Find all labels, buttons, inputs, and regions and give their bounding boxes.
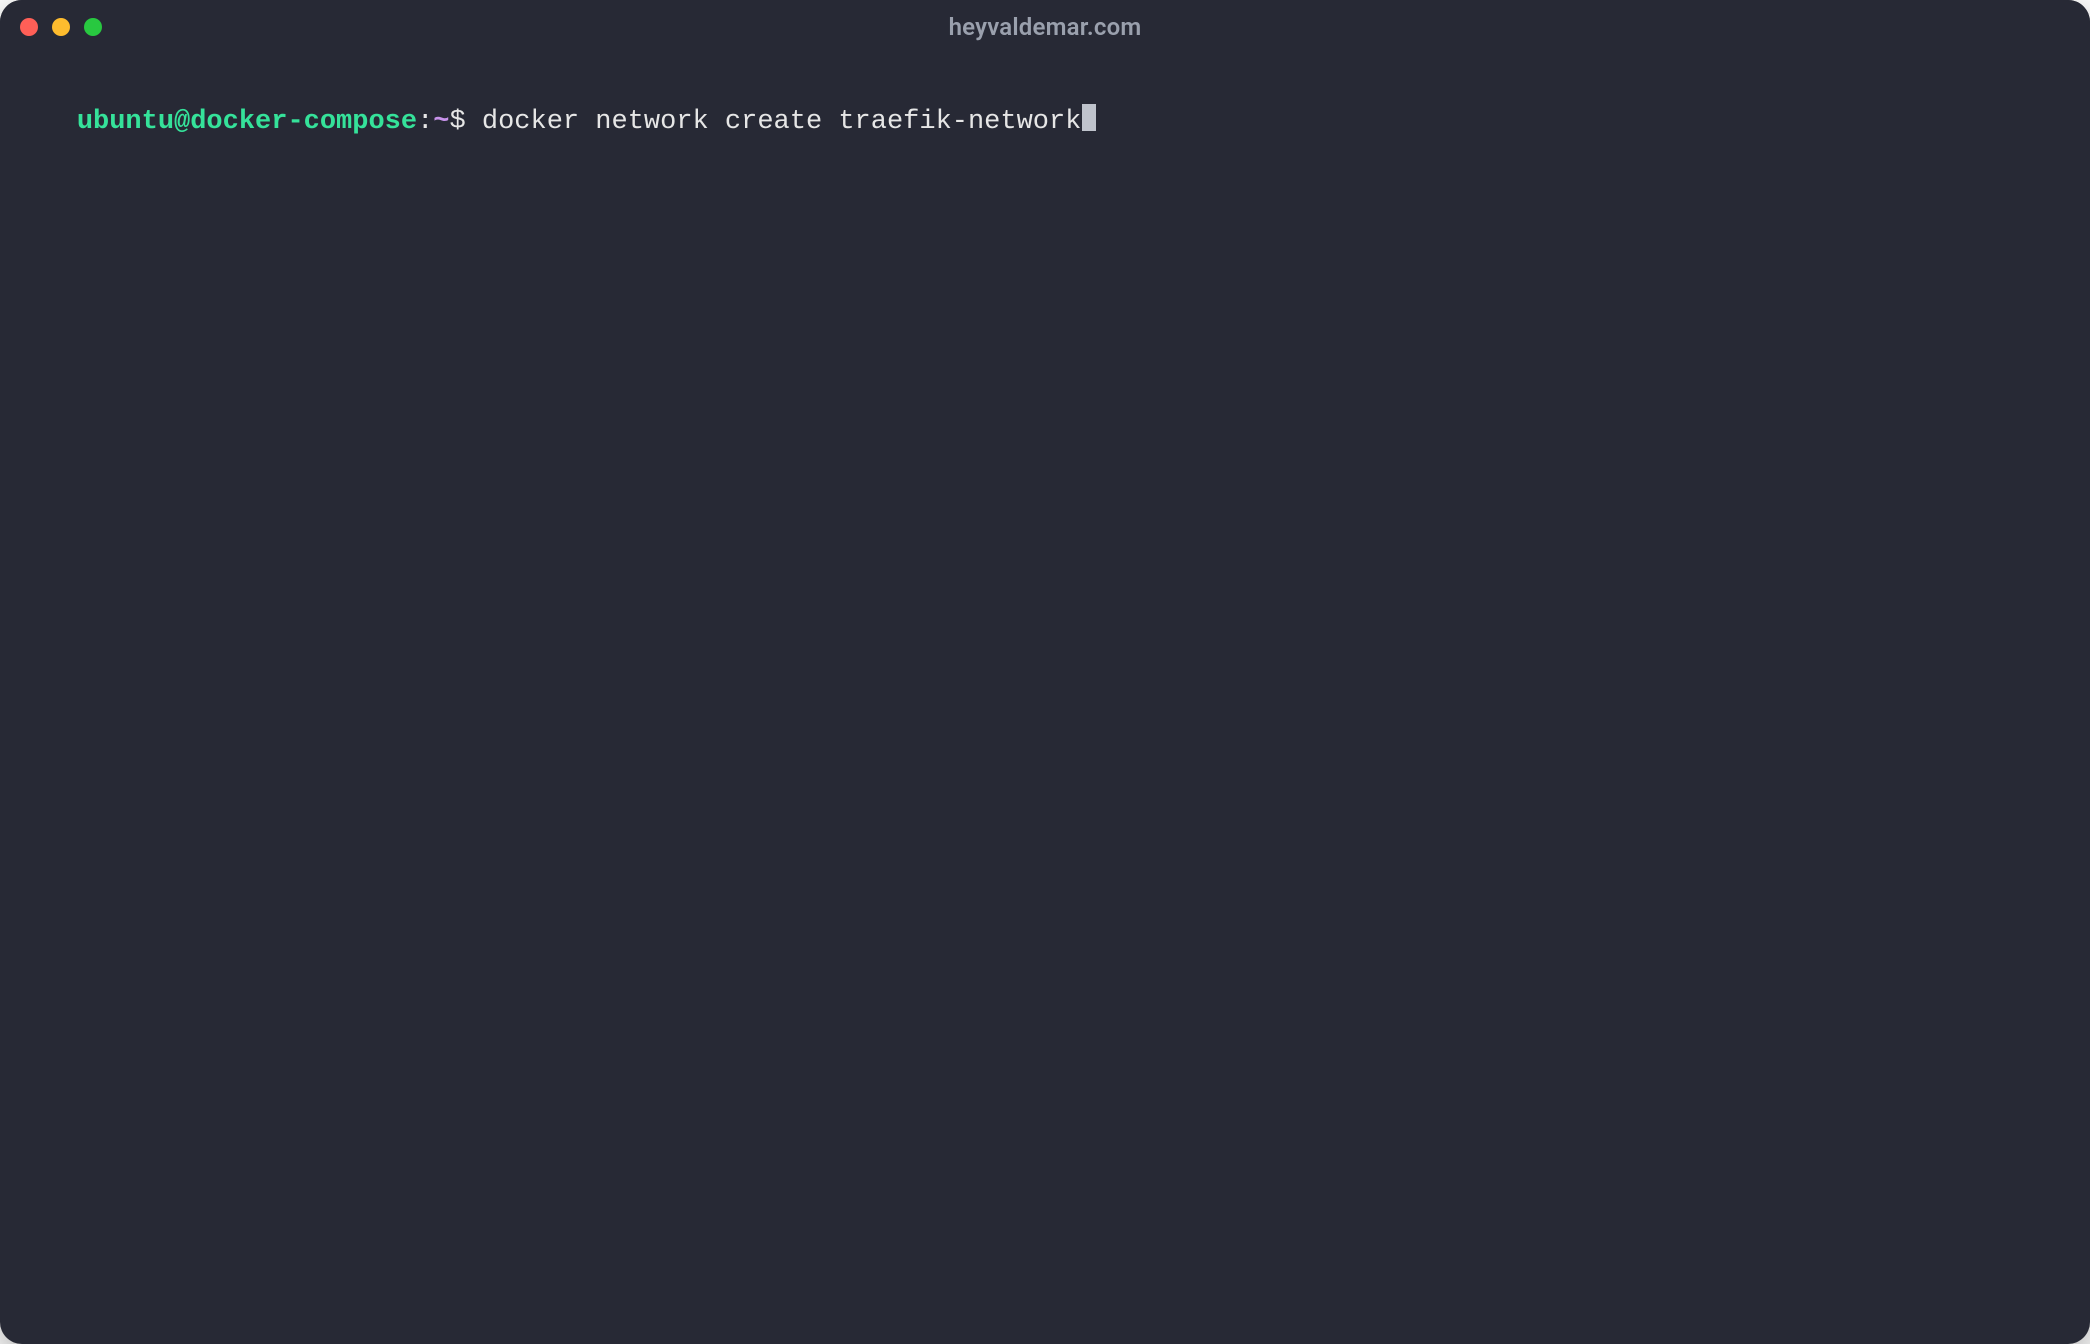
cursor-block-icon bbox=[1082, 104, 1096, 131]
traffic-lights bbox=[20, 18, 102, 36]
window-title: heyvaldemar.com bbox=[949, 13, 1142, 41]
prompt-space bbox=[466, 107, 482, 137]
prompt-symbol: $ bbox=[449, 107, 465, 137]
prompt-path: ~ bbox=[433, 107, 449, 137]
command-text: docker network create traefik-network bbox=[482, 107, 1082, 137]
titlebar: heyvaldemar.com bbox=[0, 0, 2090, 54]
terminal-body[interactable]: ubuntu@docker-compose:~$ docker network … bbox=[0, 54, 2090, 1344]
prompt-line: ubuntu@docker-compose:~$ docker network … bbox=[77, 107, 1097, 137]
minimize-icon[interactable] bbox=[52, 18, 70, 36]
close-icon[interactable] bbox=[20, 18, 38, 36]
prompt-user-host: ubuntu@docker-compose bbox=[77, 107, 417, 137]
prompt-separator: : bbox=[417, 107, 433, 137]
terminal-window: heyvaldemar.com ubuntu@docker-compose:~$… bbox=[0, 0, 2090, 1344]
maximize-icon[interactable] bbox=[84, 18, 102, 36]
